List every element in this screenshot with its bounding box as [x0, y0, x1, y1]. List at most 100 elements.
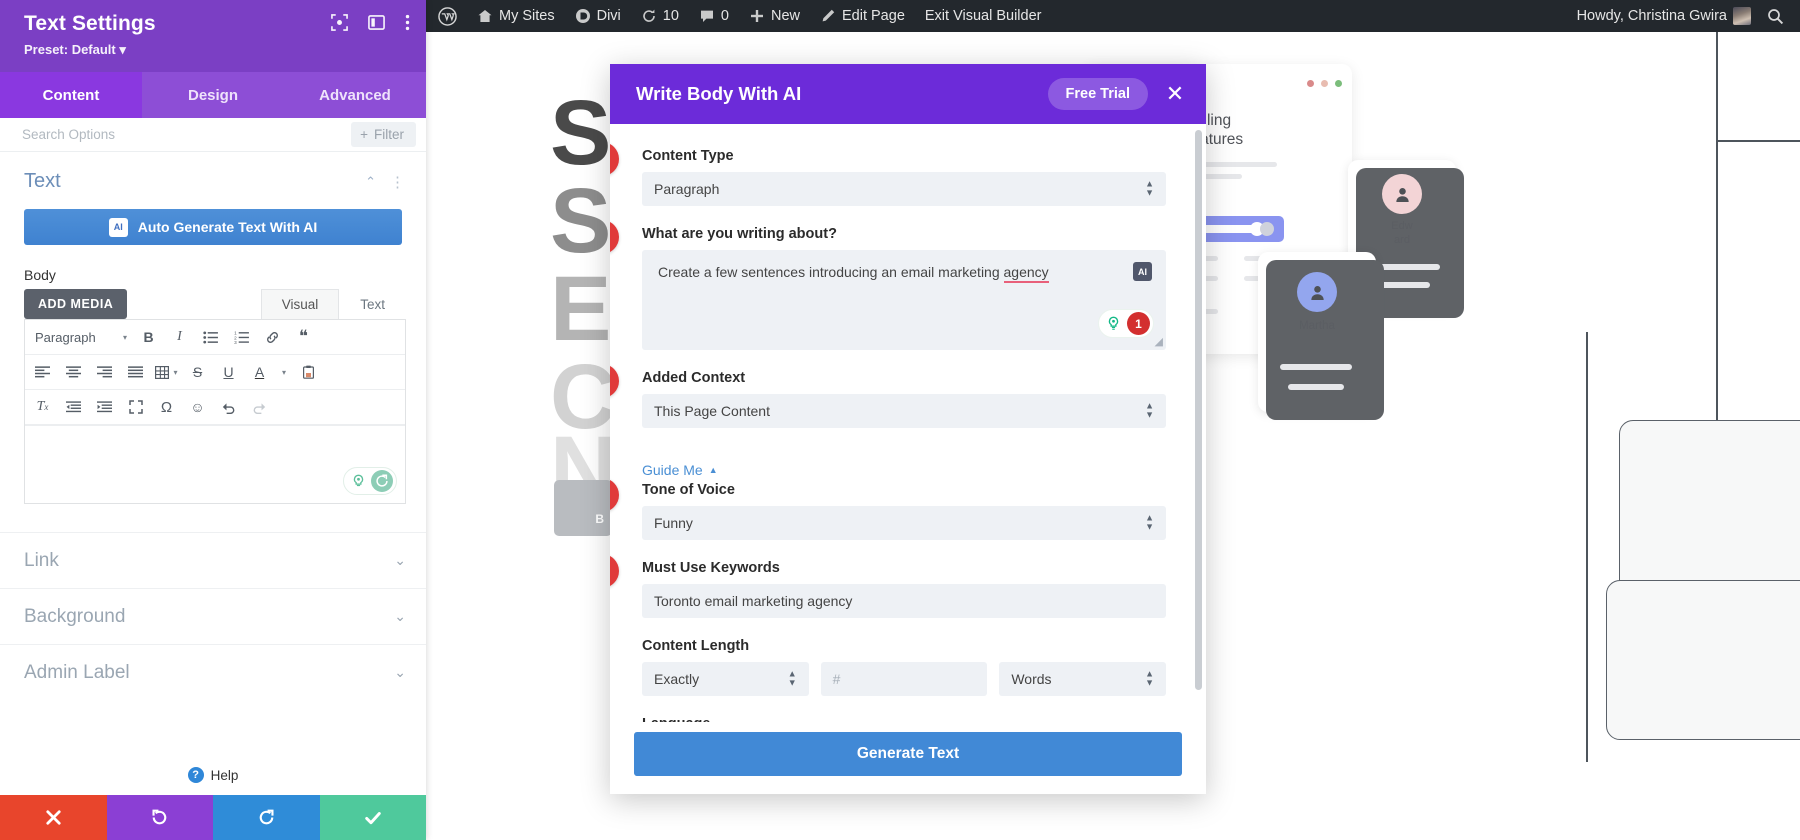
italic-icon[interactable]: I	[164, 324, 195, 350]
modal-title: Write Body With AI	[636, 83, 802, 104]
indent-icon[interactable]	[89, 394, 120, 420]
help-link[interactable]: ? Help	[0, 767, 426, 795]
suggestion-pill[interactable]: 1	[1098, 309, 1154, 338]
adminbar-comments[interactable]: 0	[689, 0, 739, 32]
blockquote-icon[interactable]: ❝	[288, 324, 319, 350]
chevron-up-icon[interactable]: ⌃	[365, 174, 376, 190]
emoji-icon[interactable]: ☺	[182, 394, 213, 420]
layout-icon[interactable]	[368, 14, 385, 31]
lightbulb-icon[interactable]	[1102, 313, 1124, 335]
tone-of-voice-select[interactable]: Funny ▲ ▼	[642, 506, 1166, 540]
outdent-icon[interactable]	[58, 394, 89, 420]
table-icon[interactable]: ▾	[151, 359, 182, 385]
adminbar-updates[interactable]: 10	[631, 0, 689, 32]
modal-scrollbar[interactable]	[1195, 130, 1202, 690]
row-toggle	[1260, 222, 1274, 236]
spinner-arrows-icon: ▲ ▼	[1145, 178, 1154, 198]
align-justify-icon[interactable]	[120, 359, 151, 385]
strikethrough-icon[interactable]: S	[182, 359, 213, 385]
person-icon	[1395, 187, 1409, 202]
adminbar-my-sites[interactable]: My Sites	[467, 0, 565, 32]
adminbar-new[interactable]: New	[739, 0, 810, 32]
special-character-icon[interactable]: Ω	[151, 394, 182, 420]
save-button[interactable]	[319, 795, 426, 840]
adminbar-search[interactable]	[1757, 0, 1800, 32]
step-number-3: 3	[610, 364, 619, 398]
search-options-row[interactable]: Search Options + Filter	[0, 118, 426, 152]
filter-button[interactable]: + Filter	[351, 122, 416, 147]
tone-of-voice-label: Tone of Voice	[642, 482, 735, 498]
align-left-icon[interactable]	[27, 359, 58, 385]
tab-content[interactable]: Content	[0, 72, 142, 118]
modal-header: Write Body With AI Free Trial ✕	[610, 64, 1206, 124]
tab-advanced[interactable]: Advanced	[284, 72, 426, 118]
adminbar-wordpress-logo[interactable]	[426, 0, 467, 32]
content-length-unit-select[interactable]: Words ▲ ▼	[999, 662, 1167, 696]
auto-generate-text-with-ai-button[interactable]: AI Auto Generate Text With AI	[24, 209, 402, 245]
added-context-label: Added Context	[642, 370, 746, 386]
numbered-list-icon[interactable]: 123	[226, 324, 257, 350]
close-icon[interactable]: ✕	[1164, 83, 1186, 105]
accordion-link[interactable]: Link ⌄	[0, 532, 426, 588]
bulleted-list-icon[interactable]	[195, 324, 226, 350]
adminbar-divi[interactable]: Divi	[565, 0, 631, 32]
regenerate-icon[interactable]	[371, 470, 393, 492]
content-length-mode-select[interactable]: Exactly ▲ ▼	[642, 662, 809, 696]
help-label: Help	[210, 767, 239, 783]
home-icon	[477, 8, 493, 24]
preset-selector[interactable]: Preset: Default ▾	[24, 42, 406, 58]
clear-formatting-icon[interactable]: Tx	[27, 394, 58, 420]
tab-design[interactable]: Design	[142, 72, 284, 118]
fullscreen-icon[interactable]	[120, 394, 151, 420]
cancel-button[interactable]	[0, 795, 107, 840]
kebab-menu-icon[interactable]: ⋮	[390, 173, 406, 191]
redo-button[interactable]	[213, 795, 320, 840]
align-right-icon[interactable]	[89, 359, 120, 385]
kebab-menu-icon[interactable]	[405, 14, 410, 31]
guide-me-toggle[interactable]: Guide Me ▲	[642, 462, 1166, 478]
text-section-header[interactable]: Text ⌃ ⋮	[0, 152, 426, 199]
align-center-icon[interactable]	[58, 359, 89, 385]
format-select[interactable]: Paragraph ▾	[27, 324, 133, 350]
text-color-icon[interactable]: A	[244, 359, 275, 385]
textarea-ai-icon[interactable]: AI	[1133, 262, 1152, 281]
editor-toolbar-row-3: Tx Ω ☺	[25, 390, 405, 425]
writing-about-textarea[interactable]: Create a few sentences introducing an em…	[642, 250, 1166, 350]
editor-top-row: ADD MEDIA Visual Text	[24, 289, 406, 319]
tab-text[interactable]: Text	[339, 289, 406, 319]
adminbar-edit-page[interactable]: Edit Page	[810, 0, 915, 32]
spinner-arrows-icon: ▲ ▼	[1145, 668, 1155, 688]
underline-icon[interactable]: U	[213, 359, 244, 385]
resize-handle-icon[interactable]: ◢	[1155, 335, 1163, 348]
accordion-background[interactable]: Background ⌄	[0, 588, 426, 644]
free-trial-button[interactable]: Free Trial	[1047, 78, 1148, 110]
hero-cta-button[interactable]: B	[554, 480, 612, 536]
accordion-admin-label[interactable]: Admin Label ⌄	[0, 644, 426, 700]
editor-ai-pill[interactable]	[343, 467, 397, 495]
bold-icon[interactable]: B	[133, 324, 164, 350]
search-input[interactable]: Search Options	[22, 127, 115, 142]
paste-icon[interactable]	[293, 359, 324, 385]
body-content-editor[interactable]	[25, 425, 405, 503]
spinner-arrows-icon: ▲ ▼	[1145, 400, 1154, 420]
add-media-button[interactable]: ADD MEDIA	[24, 289, 128, 319]
undo-button[interactable]	[106, 795, 213, 840]
focus-icon[interactable]	[331, 14, 348, 31]
wp-admin-bar: My Sites Divi 10 0 New Edit Page Exit Vi…	[426, 0, 1800, 32]
must-use-keywords-input[interactable]: Toronto email marketing agency	[642, 584, 1166, 618]
content-type-select[interactable]: Paragraph ▲ ▼	[642, 172, 1166, 206]
tab-visual[interactable]: Visual	[260, 289, 340, 319]
chevron-up-icon: ▲	[708, 465, 718, 475]
svg-text:3: 3	[234, 340, 237, 344]
adminbar-howdy-label: Howdy, Christina Gwira	[1576, 8, 1727, 24]
redo-icon[interactable]	[244, 394, 275, 420]
adminbar-exit-visual-builder[interactable]: Exit Visual Builder	[915, 0, 1052, 32]
lightbulb-icon[interactable]	[347, 470, 369, 492]
chevron-down-icon[interactable]: ▾	[275, 359, 293, 385]
content-length-number-input[interactable]: #	[820, 662, 988, 696]
link-icon[interactable]	[257, 324, 288, 350]
generate-text-button[interactable]: Generate Text	[634, 732, 1182, 776]
adminbar-account-menu[interactable]: Howdy, Christina Gwira	[1567, 0, 1757, 32]
undo-icon[interactable]	[213, 394, 244, 420]
added-context-select[interactable]: This Page Content ▲ ▼	[642, 394, 1166, 428]
